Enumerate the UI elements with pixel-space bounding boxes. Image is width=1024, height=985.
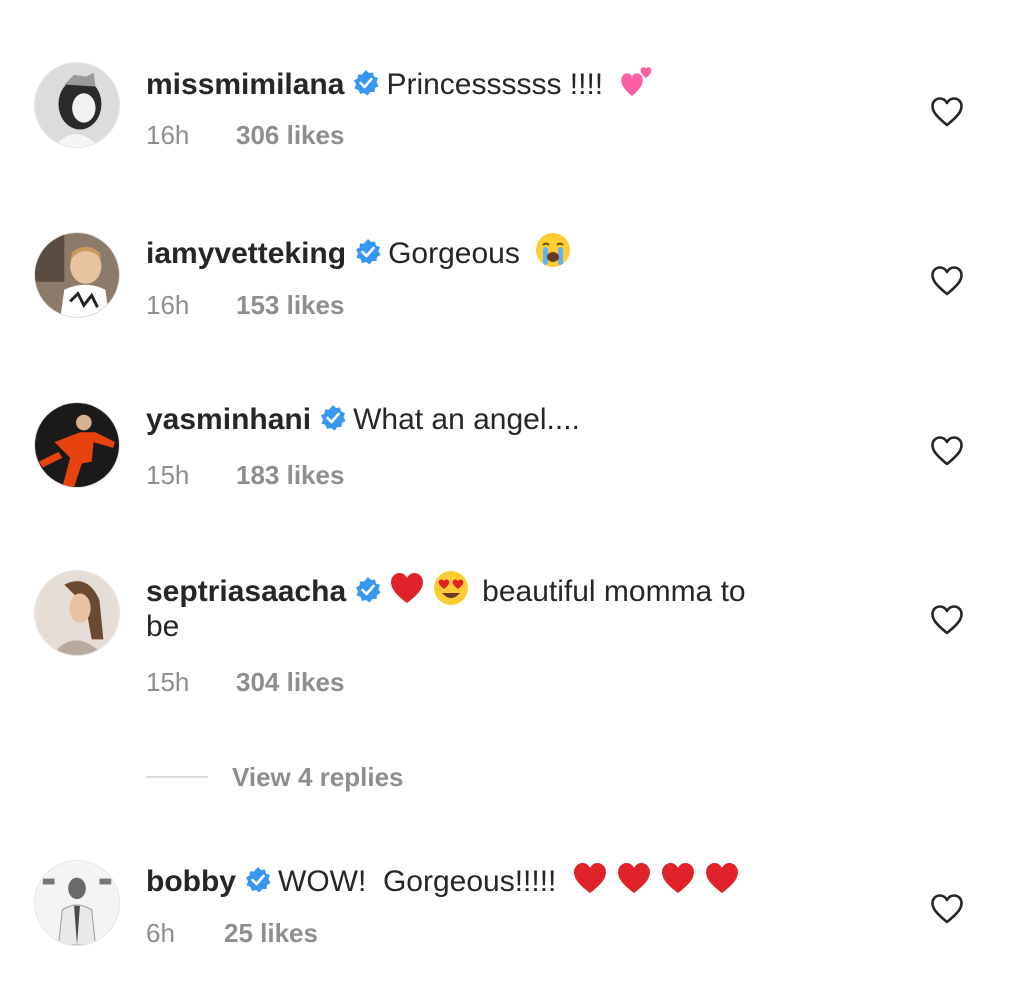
red-heart-icon — [615, 859, 653, 897]
red-heart-icon — [659, 859, 697, 897]
heart-eyes-face-icon — [432, 569, 470, 607]
comment-likes[interactable]: 153 likes — [236, 290, 344, 320]
comment-meta: 16h 153 likes — [146, 290, 344, 321]
crying-face-icon — [534, 231, 572, 269]
avatar[interactable] — [34, 402, 120, 488]
comment-meta: 15h 304 likes — [146, 667, 344, 698]
replies-divider — [146, 776, 208, 778]
two-hearts-icon — [618, 62, 656, 100]
comment-text: WOW! Gorgeous!!!!! — [278, 865, 557, 898]
view-replies-label: View 4 replies — [232, 762, 404, 792]
avatar[interactable] — [34, 570, 120, 656]
verified-badge-icon — [244, 866, 272, 894]
comment-time[interactable]: 16h — [146, 290, 236, 321]
like-heart-icon[interactable] — [930, 604, 964, 636]
comment-time[interactable]: 15h — [146, 460, 236, 491]
like-heart-icon[interactable] — [930, 265, 964, 297]
avatar[interactable] — [34, 860, 120, 946]
comment-username[interactable]: missmimilana — [146, 68, 344, 101]
comment-username[interactable]: yasminhani — [146, 403, 311, 436]
avatar[interactable] — [34, 232, 120, 318]
red-heart-icon — [571, 859, 609, 897]
comment-likes[interactable]: 306 likes — [236, 120, 344, 150]
comment-text: Princessssss !!!! — [386, 68, 604, 101]
red-heart-icon — [388, 569, 426, 607]
avatar[interactable] — [34, 62, 120, 148]
comment-likes[interactable]: 25 likes — [224, 918, 318, 948]
comment-time[interactable]: 16h — [146, 120, 236, 151]
comment-likes[interactable]: 304 likes — [236, 667, 344, 697]
verified-badge-icon — [354, 238, 382, 266]
verified-badge-icon — [354, 576, 382, 604]
comment-text: Gorgeous — [388, 237, 520, 270]
comment-meta: 6h 25 likes — [146, 918, 318, 949]
comment-meta: 15h 183 likes — [146, 460, 344, 491]
comment-likes[interactable]: 183 likes — [236, 460, 344, 490]
comment-text-continued: be — [146, 610, 180, 643]
comment-username[interactable]: iamyvetteking — [146, 237, 346, 270]
comment-time[interactable]: 6h — [146, 918, 224, 949]
verified-badge-icon — [319, 404, 347, 432]
verified-badge-icon — [352, 69, 380, 97]
like-heart-icon[interactable] — [930, 435, 964, 467]
red-heart-icon — [703, 859, 741, 897]
like-heart-icon[interactable] — [930, 96, 964, 128]
comment-text: What an angel.... — [353, 403, 580, 436]
comment-username[interactable]: bobby — [146, 865, 236, 898]
comment-meta: 16h 306 likes — [146, 120, 344, 151]
comment-text: beautiful momma to — [482, 575, 746, 608]
like-heart-icon[interactable] — [930, 893, 964, 925]
comment-username[interactable]: septriasaacha — [146, 575, 346, 608]
comment-time[interactable]: 15h — [146, 667, 236, 698]
view-replies-button[interactable]: View 4 replies — [146, 762, 404, 793]
